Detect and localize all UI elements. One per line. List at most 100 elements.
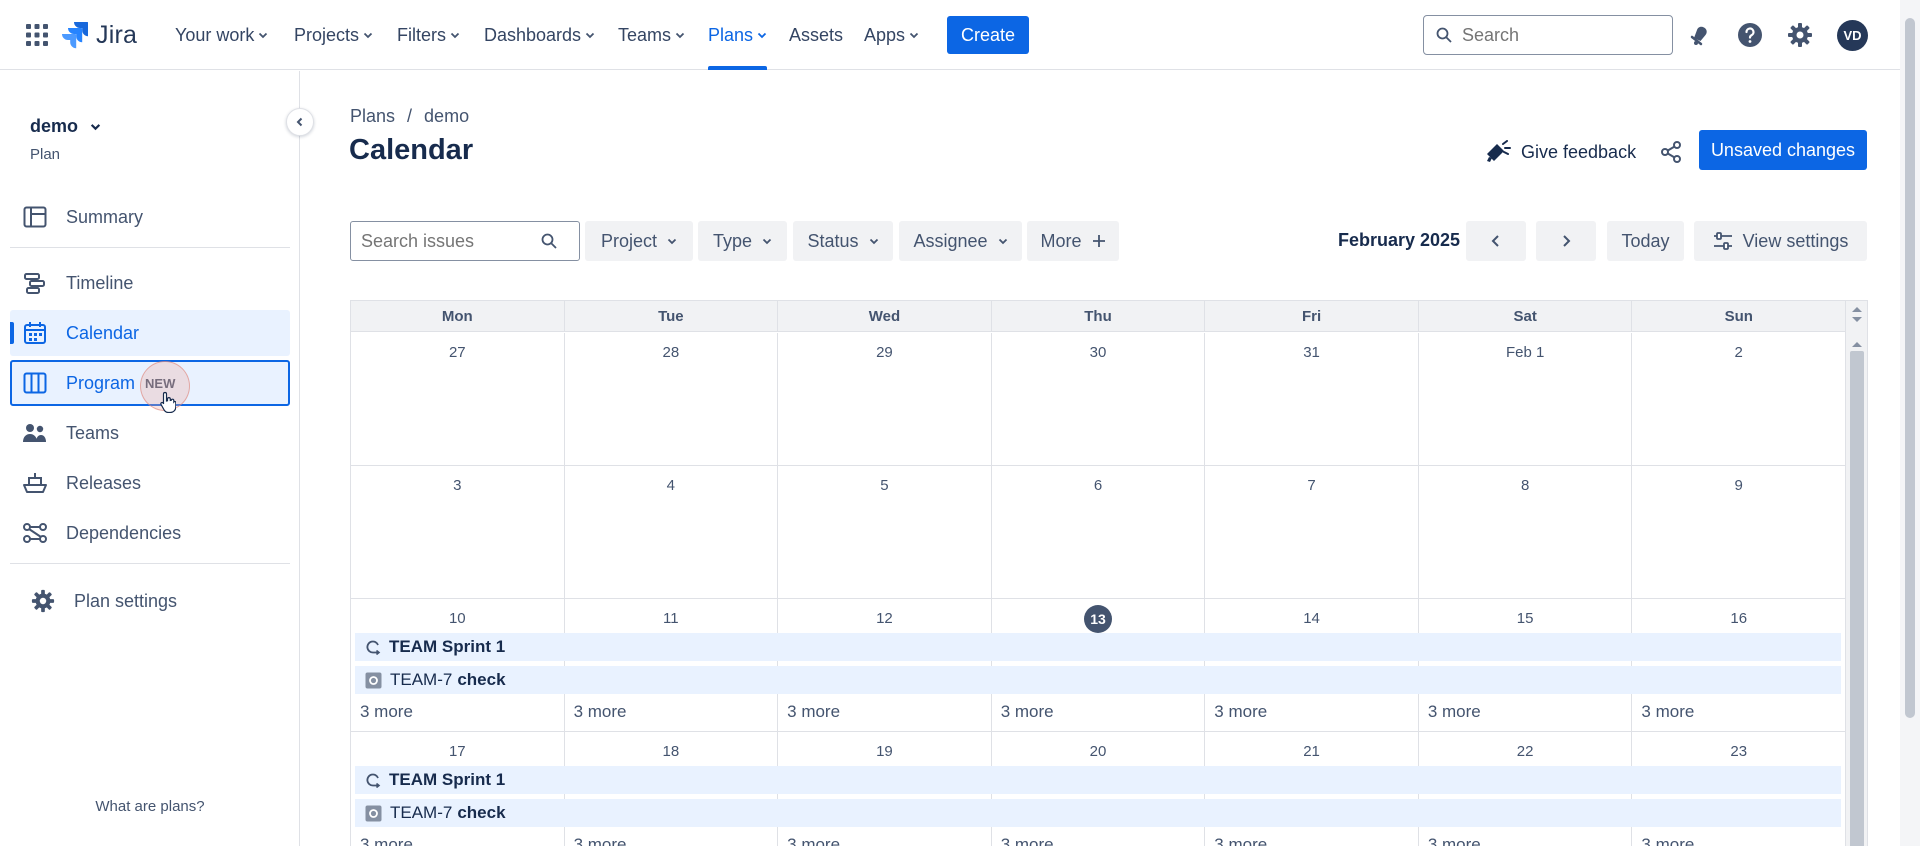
show-more-link[interactable]: 3 more	[1001, 702, 1054, 722]
nav-projects[interactable]: Projects	[294, 0, 373, 70]
sidebar-item-dependencies[interactable]: Dependencies	[10, 510, 290, 556]
filter-label: Project	[600, 230, 658, 251]
issue-type-icon	[365, 672, 382, 688]
share-button[interactable]	[1655, 136, 1687, 168]
nav-your-work[interactable]: Your work	[175, 0, 268, 70]
jira-logo[interactable]: Jira	[62, 19, 137, 51]
filter-status-button[interactable]: Status	[793, 221, 893, 261]
create-button[interactable]: Create	[947, 16, 1029, 54]
notifications-icon[interactable]	[1685, 20, 1715, 50]
filter-assignee-button[interactable]: Assignee	[899, 221, 1022, 261]
next-month-button[interactable]	[1536, 221, 1596, 261]
today-button[interactable]: Today	[1607, 221, 1684, 261]
view-settings-sliders-icon	[1713, 232, 1732, 250]
what-are-plans-link[interactable]: What are plans?	[0, 798, 300, 815]
show-more-link[interactable]: 3 more	[1214, 702, 1267, 722]
calendar-day-cell[interactable]: 4	[565, 466, 779, 599]
show-more-link[interactable]: 3 more	[1641, 835, 1694, 846]
show-more-link[interactable]: 3 more	[574, 835, 627, 846]
calendar-day-cell[interactable]: 6	[992, 466, 1206, 599]
nav-apps[interactable]: Apps	[864, 0, 919, 70]
help-icon[interactable]	[1735, 20, 1765, 50]
day-number: 17	[351, 743, 564, 760]
collapse-sidebar-button[interactable]	[286, 108, 314, 136]
sidebar-item-plan-settings[interactable]: Plan settings	[10, 578, 290, 624]
calendar-scrollbar-thumb[interactable]	[1850, 351, 1864, 846]
show-more-link[interactable]: 3 more	[1428, 835, 1481, 846]
give-feedback-button[interactable]: Give feedback	[1485, 136, 1636, 168]
show-more-link[interactable]: 3 more	[360, 702, 413, 722]
settings-gear-icon[interactable]	[1785, 20, 1815, 50]
show-more-link[interactable]: 3 more	[787, 702, 840, 722]
calendar-day-cell[interactable]: 30	[992, 333, 1206, 466]
sidebar-item-label: Program	[66, 372, 136, 393]
calendar-day-cell[interactable]: 9	[1632, 466, 1846, 599]
issue-search-input[interactable]	[361, 230, 541, 252]
day-number-text: 4	[666, 477, 676, 494]
scroll-down-arrow-icon	[1852, 317, 1862, 322]
day-number: 18	[565, 743, 778, 760]
chevron-down-icon	[450, 32, 460, 39]
sprint-event-bar[interactable]: TEAM Sprint 1	[355, 766, 1841, 794]
calendar-scrollbar[interactable]	[1845, 301, 1867, 846]
page-scrollbar-thumb[interactable]	[1905, 18, 1915, 718]
page-scrollbar[interactable]	[1900, 0, 1920, 846]
filter-project-button[interactable]: Project	[585, 221, 693, 261]
calendar-day-cell[interactable]: 3	[351, 466, 565, 599]
day-number: 22	[1419, 743, 1632, 760]
sidebar-item-program[interactable]: Program NEW	[10, 360, 290, 406]
nav-filters[interactable]: Filters	[397, 0, 460, 70]
sidebar-item-label: Timeline	[66, 272, 134, 293]
calendar-day-cell[interactable]: 2	[1632, 333, 1846, 466]
previous-month-button[interactable]	[1466, 221, 1526, 261]
show-more-link[interactable]: 3 more	[1001, 835, 1054, 846]
calendar-day-cell[interactable]: 29	[778, 333, 992, 466]
calendar-day-cell[interactable]: 28	[565, 333, 779, 466]
calendar-day-cell[interactable]: Feb 1	[1419, 333, 1633, 466]
nav-teams[interactable]: Teams	[618, 0, 685, 70]
chevron-down-icon	[363, 32, 373, 39]
nav-plans[interactable]: Plans	[708, 0, 768, 70]
day-number: 2	[1632, 344, 1845, 361]
calendar-week: 27 28 29 30 31 Feb 1 2	[351, 333, 1846, 466]
sprint-name: TEAM Sprint 1	[389, 770, 506, 789]
day-number: 31	[1205, 344, 1418, 361]
calendar-day-cell[interactable]: 7	[1205, 466, 1419, 599]
sidebar-item-teams[interactable]: Teams	[10, 410, 290, 456]
sidebar-item-summary[interactable]: Summary	[10, 194, 290, 240]
unsaved-changes-button[interactable]: Unsaved changes	[1699, 130, 1867, 170]
nav-dashboards[interactable]: Dashboards	[484, 0, 595, 70]
show-more-link[interactable]: 3 more	[1214, 835, 1267, 846]
day-number: 20	[992, 743, 1205, 760]
view-settings-button[interactable]: View settings	[1694, 221, 1867, 261]
issue-event-bar[interactable]: TEAM-7 check	[355, 799, 1841, 827]
sidebar-item-releases[interactable]: Releases	[10, 460, 290, 506]
issue-event-bar[interactable]: TEAM-7 check	[355, 666, 1841, 694]
show-more-link[interactable]: 3 more	[1428, 702, 1481, 722]
show-more-link[interactable]: 3 more	[787, 835, 840, 846]
global-search[interactable]	[1423, 15, 1673, 55]
day-number-text: 22	[1516, 743, 1534, 760]
show-more-link[interactable]: 3 more	[574, 702, 627, 722]
plan-switcher[interactable]: demo	[30, 116, 101, 137]
global-search-input[interactable]	[1462, 24, 1652, 46]
sidebar-item-label: Summary	[66, 206, 144, 227]
user-avatar[interactable]: VD	[1837, 20, 1868, 51]
calendar-day-cell[interactable]: 8	[1419, 466, 1633, 599]
nav-assets[interactable]: Assets	[789, 0, 843, 70]
filter-type-button[interactable]: Type	[698, 221, 787, 261]
breadcrumb-demo[interactable]: demo	[424, 106, 469, 127]
sprint-event-bar[interactable]: TEAM Sprint 1	[355, 633, 1841, 661]
app-switcher-icon[interactable]	[26, 24, 48, 46]
calendar-day-cell[interactable]: 27	[351, 333, 565, 466]
breadcrumb-plans[interactable]: Plans	[350, 106, 395, 127]
sidebar-item-timeline[interactable]: Timeline	[10, 260, 290, 306]
sidebar-item-calendar[interactable]: Calendar	[10, 310, 290, 356]
show-more-link[interactable]: 3 more	[360, 835, 413, 846]
calendar-day-cell[interactable]: 5	[778, 466, 992, 599]
calendar-day-cell[interactable]: 31	[1205, 333, 1419, 466]
filter-more-button[interactable]: More	[1027, 221, 1119, 261]
day-number-text: 31	[1303, 344, 1320, 361]
show-more-link[interactable]: 3 more	[1641, 702, 1694, 722]
issue-search[interactable]	[350, 221, 580, 261]
